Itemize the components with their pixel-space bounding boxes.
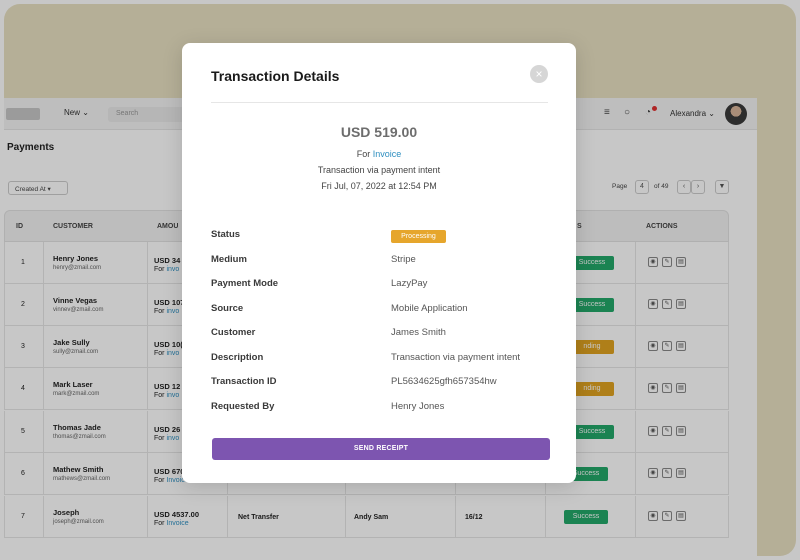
customer-value: James Smith <box>391 327 446 338</box>
transaction-id-value: PL5634625gfh657354hw <box>391 376 497 387</box>
modal-title: Transaction Details <box>211 68 340 84</box>
transaction-amount: USD 519.00 <box>340 124 418 140</box>
medium-label: Medium <box>211 254 247 265</box>
for-label: For <box>356 149 371 159</box>
source-value: Mobile Application <box>391 303 468 314</box>
requested-by-value: Henry Jones <box>391 401 445 412</box>
transaction-id-label: Transaction ID <box>211 376 277 387</box>
send-receipt-button[interactable]: SEND RECEIPT <box>212 438 550 460</box>
customer-label: Customer <box>211 327 256 338</box>
transaction-datetime: Fri Jul, 07, 2022 at 12:54 PM <box>321 181 437 191</box>
description-label: Description <box>211 352 264 363</box>
description-value: Transaction via payment intent <box>391 352 521 363</box>
transaction-details-modal: Transaction Details × USD 519.00 For Inv… <box>182 43 576 483</box>
payment-mode-value: LazyPay <box>391 278 428 289</box>
medium-value: Stripe <box>391 254 416 265</box>
for-line: For Invoice <box>182 149 576 159</box>
requested-by-label: Requested By <box>211 401 275 412</box>
source-label: Source <box>211 303 244 314</box>
transaction-subtitle: Transaction via payment intent <box>317 165 441 175</box>
close-icon[interactable]: × <box>530 65 548 83</box>
status-label: Status <box>211 229 241 240</box>
invoice-link[interactable]: Invoice <box>373 149 402 159</box>
payment-mode-label: Payment Mode <box>211 278 279 289</box>
status-badge: Processing <box>391 230 446 243</box>
divider <box>211 102 548 103</box>
